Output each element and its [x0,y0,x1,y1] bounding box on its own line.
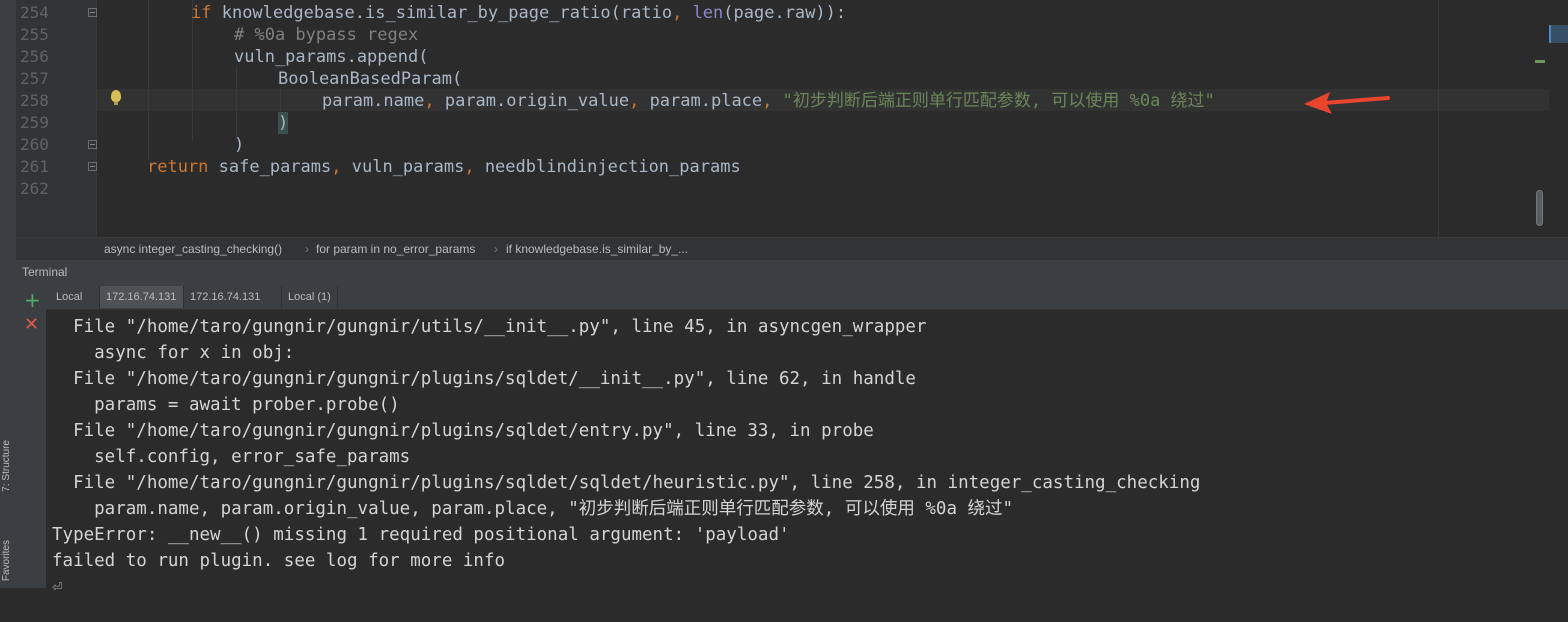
scrollbar-thumb[interactable] [1536,190,1543,226]
line-number: 255 [20,25,49,44]
right-margin-guide [1438,0,1439,237]
line-number: 256 [20,47,49,66]
code-text: safe_params [208,157,332,177]
line-number: 259 [20,113,49,132]
line-number: 257 [20,69,49,88]
indent-guide [148,0,149,160]
breadcrumb-item[interactable]: async integer_casting_checking() [104,242,282,256]
line-number: 254 [20,3,49,22]
terminal-line: params = await prober.probe() [52,395,400,415]
new-session-icon[interactable]: + [24,290,41,310]
code-text: vuln_params [341,157,465,177]
string-literal: "初步判断后端正则单行匹配参数, 可以使用 %0a 绕过" [782,91,1215,111]
code-line-254: if knowledgebase.is_similar_by_page_rati… [191,2,846,24]
code-text: (page.raw)): [723,3,847,23]
terminal-line: File "/home/taro/gungnir/gungnir/plugins… [52,421,874,441]
line-number-gutter: 254 255 256 257 258 259 260 261 262 [16,0,97,237]
breadcrumb: async integer_casting_checking() › for p… [16,237,1568,260]
fold-marker-icon[interactable] [88,140,97,149]
terminal-line: TypeError: __new__() missing 1 required … [52,525,790,545]
line-number: 262 [20,179,49,198]
error-stripe[interactable] [1535,0,1568,237]
error-stripe-mark[interactable] [1549,25,1568,43]
terminal-prompt: ⏎ [52,577,63,597]
code-line-258: param.name, param.origin_value, param.pl… [322,90,1215,112]
code-text: needblindinjection_params [474,157,741,177]
punctuation: , [424,91,435,111]
fold-marker-icon[interactable] [88,8,97,17]
builtin-function: len [692,3,724,23]
left-tool-strip: 7: Structure Favorites [0,0,17,588]
structure-tool-tab[interactable]: 7: Structure [1,440,12,492]
keyword: return [147,157,209,177]
terminal-line: self.config, error_safe_params [52,447,411,467]
terminal-toolbar: + ✕ [16,283,46,588]
tab-remote-1[interactable]: 172.16.74.131 [100,286,184,308]
change-marker [1535,60,1545,63]
code-line-261: return safe_params, vuln_params, needbli… [147,156,741,178]
chevron-right-icon: › [305,242,309,256]
lightbulb-icon[interactable] [111,90,121,105]
terminal-line: File "/home/taro/gungnir/gungnir/plugins… [52,473,1201,493]
fold-marker-icon[interactable] [88,162,97,171]
annotation-arrow-icon [1304,92,1390,114]
terminal-line: param.name, param.origin_value, param.pl… [52,499,1014,519]
code-line-259: ) [278,112,289,134]
code-editor[interactable]: 254 255 256 257 258 259 260 261 262 if k… [16,0,1568,237]
code-line-255: # %0a bypass regex [234,25,419,45]
code-text: param.name [322,91,425,111]
keyword: if [191,3,212,23]
line-number: 261 [20,157,49,176]
code-text: param.origin_value [434,91,630,111]
chevron-right-icon: › [494,242,498,256]
terminal-line: File "/home/taro/gungnir/gungnir/plugins… [52,369,916,389]
punctuation: , [672,3,683,23]
editor-scrollbar[interactable] [1528,0,1548,237]
punctuation: , [464,157,475,177]
terminal-output[interactable]: File "/home/taro/gungnir/gungnir/utils/_… [46,310,1568,597]
indent-guide [236,66,237,140]
tab-local[interactable]: Local [50,286,100,308]
terminal-line: async for x in obj: [52,343,295,363]
code-line-260: ) [234,135,245,155]
favorites-tool-tab[interactable]: Favorites [1,540,12,581]
tab-local-2[interactable]: Local (1) [282,286,338,308]
code-line-257: BooleanBasedParam( [278,69,463,89]
line-number: 260 [20,135,49,154]
code-line-256: vuln_params.append( [234,47,429,67]
close-session-icon[interactable]: ✕ [24,316,39,334]
punctuation: , [762,91,773,111]
terminal-line: failed to run plugin. see log for more i… [52,551,506,571]
terminal-tabs: Local 172.16.74.131 172.16.74.131 (1) Lo… [46,283,1568,325]
terminal-title: Terminal [22,265,68,279]
code-text: knowledgebase.is_similar_by_page_ratio(r… [211,3,673,23]
terminal-header: Terminal [16,259,1568,284]
line-number: 258 [20,91,49,110]
tab-remote-2[interactable]: 172.16.74.131 (1) [184,286,282,325]
code-text: param.place [639,91,763,111]
punctuation: , [331,157,342,177]
breadcrumb-item[interactable]: for param in no_error_params [316,242,475,256]
breadcrumb-item[interactable]: if knowledgebase.is_similar_by_... [506,242,688,256]
terminal-line: File "/home/taro/gungnir/gungnir/utils/_… [52,317,927,337]
punctuation: , [629,91,640,111]
